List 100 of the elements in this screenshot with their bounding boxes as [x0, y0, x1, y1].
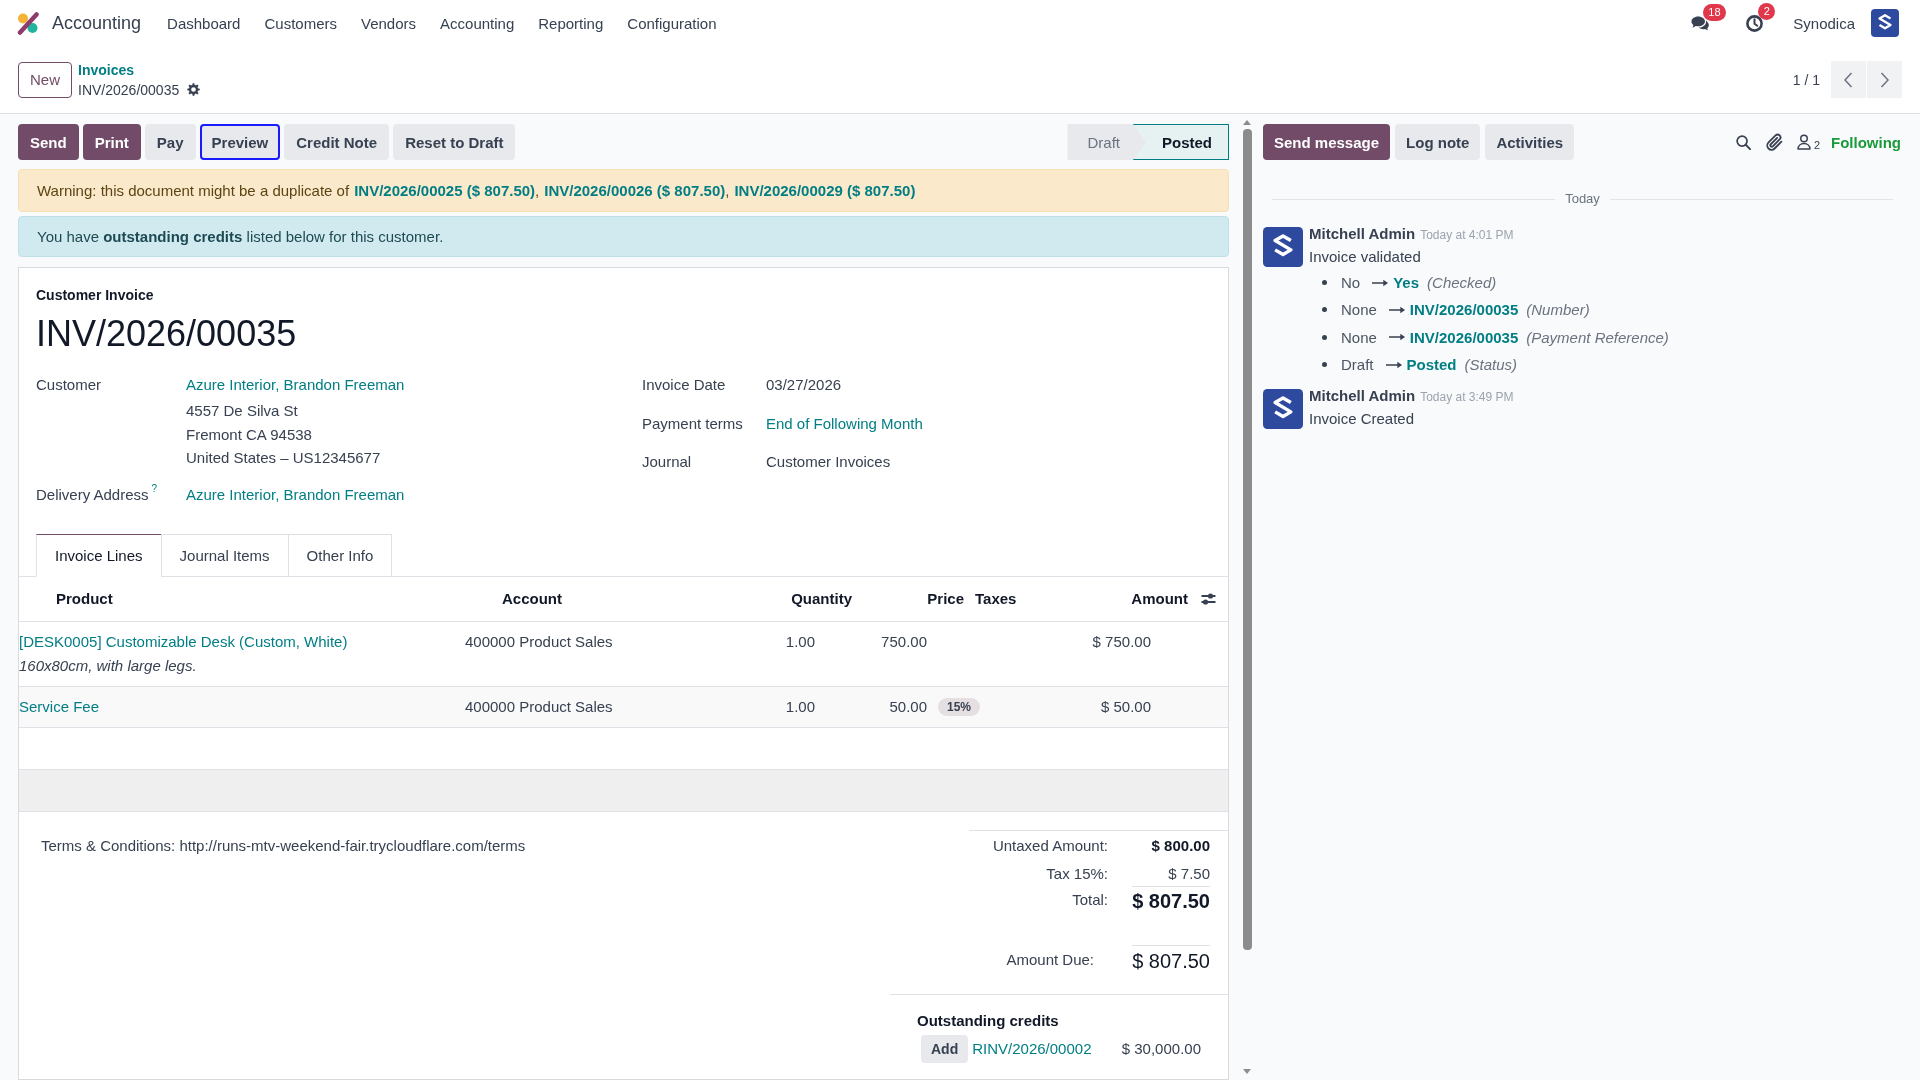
- logo-avatar-icon: [1263, 227, 1303, 267]
- old-value: None: [1341, 328, 1377, 346]
- menu-item[interactable]: Accounting: [440, 14, 515, 32]
- chatter-button[interactable]: Log note: [1395, 124, 1481, 160]
- message-text: Invoice Created: [1309, 409, 1415, 430]
- following-button[interactable]: Following: [1831, 133, 1901, 151]
- field-link[interactable]: End of Following Month: [766, 411, 923, 435]
- duplicate-link[interactable]: INV/2026/00029 ($ 807.50): [734, 182, 916, 199]
- duplicate-link[interactable]: INV/2026/00025 ($ 807.50): [354, 182, 536, 199]
- settings-icon[interactable]: [187, 83, 201, 96]
- new-value: Posted: [1406, 356, 1457, 374]
- action-button[interactable]: Credit Note: [284, 124, 390, 160]
- column-header[interactable]: Account: [502, 590, 562, 607]
- credit-amount: $ 30,000.00: [1121, 1040, 1201, 1057]
- menu-item[interactable]: Configuration: [627, 14, 717, 32]
- author-name[interactable]: Mitchell Admin: [1309, 386, 1416, 407]
- address-line: Fremont CA 94538: [186, 424, 312, 445]
- logo-avatar-icon: [1263, 389, 1303, 430]
- chevron-right-icon: [1880, 71, 1889, 88]
- action-button[interactable]: Send: [18, 124, 79, 160]
- field-value: Customer Invoices: [766, 452, 891, 472]
- chat-icon[interactable]: [1691, 15, 1710, 31]
- chatter-button[interactable]: Activities: [1485, 124, 1575, 160]
- column-header[interactable]: Amount: [1131, 590, 1188, 607]
- help-mark[interactable]: ?: [151, 482, 158, 495]
- arrow-icon: [1388, 333, 1405, 342]
- chatter-button[interactable]: Send message: [1263, 124, 1391, 160]
- action-button[interactable]: Pay: [144, 124, 196, 160]
- action-button[interactable]: Preview: [199, 124, 281, 160]
- app-name[interactable]: Accounting: [52, 12, 142, 34]
- section-title: Outstanding credits: [917, 1010, 1060, 1031]
- field-label: Customer: [36, 375, 102, 395]
- table-cell: $ 50.00: [1100, 696, 1151, 717]
- menu-item[interactable]: Vendors: [361, 14, 417, 32]
- user-icon[interactable]: [1796, 134, 1811, 150]
- field-link[interactable]: Azure Interior, Brandon Freeman: [186, 373, 405, 396]
- menu-item[interactable]: Dashboard: [167, 14, 241, 32]
- action-button[interactable]: Reset to Draft: [393, 124, 516, 160]
- add-button[interactable]: Add: [921, 1034, 969, 1063]
- bullet-icon: [1322, 362, 1327, 368]
- field-value: 03/27/2026: [766, 375, 842, 395]
- tab[interactable]: Invoice Lines: [36, 533, 162, 577]
- field-name: (Status): [1464, 356, 1518, 374]
- column-header[interactable]: Quantity: [791, 590, 852, 607]
- menu-item[interactable]: Reporting: [538, 14, 604, 32]
- table-cell: 50.00: [889, 696, 927, 717]
- company-name[interactable]: Synodica: [1793, 14, 1855, 32]
- status-stage[interactable]: Posted: [1133, 124, 1229, 160]
- follower-count: 2: [1813, 138, 1820, 151]
- total-label: Total:: [1072, 890, 1108, 910]
- field-link[interactable]: Azure Interior, Brandon Freeman: [186, 482, 405, 506]
- pager-counter[interactable]: 1 / 1: [1792, 71, 1820, 88]
- clock-icon[interactable]: [1746, 14, 1764, 32]
- date-separator: Today: [1565, 190, 1600, 208]
- menu-item[interactable]: Customers: [264, 14, 337, 32]
- alert-text: You have outstanding credits listed below for this customer.: [37, 227, 445, 246]
- column-header[interactable]: Taxes: [975, 590, 1017, 607]
- paperclip-icon[interactable]: [1765, 132, 1783, 152]
- table-cell: 750.00: [881, 631, 927, 652]
- breadcrumb-link[interactable]: Invoices: [78, 59, 135, 80]
- sliders-icon[interactable]: [1201, 592, 1216, 605]
- table-cell: 400000 Product Sales: [465, 631, 613, 652]
- old-value: Draft: [1341, 356, 1374, 374]
- product-link[interactable]: Service Fee: [19, 696, 100, 717]
- tab[interactable]: Other Info: [287, 533, 393, 577]
- search-icon[interactable]: [1735, 134, 1751, 150]
- author-name[interactable]: Mitchell Admin: [1309, 224, 1416, 244]
- tab[interactable]: Journal Items: [160, 533, 289, 577]
- arrow-icon: [1388, 305, 1405, 314]
- terms-text: Terms & Conditions: http://runs-mtv-weekend-fair.trycloudflare.com/terms: [41, 836, 526, 854]
- new-button[interactable]: New: [18, 61, 72, 98]
- status-stage[interactable]: Draft: [1067, 124, 1146, 160]
- table-cell: 1.00: [785, 696, 815, 717]
- message-text: Invoice validated: [1309, 247, 1421, 267]
- address-line: United States – US12345677: [186, 448, 381, 468]
- table-cell: 1.00: [785, 631, 815, 652]
- credit-link[interactable]: RINV/2026/00002: [972, 1040, 1092, 1057]
- arrow-icon: [1372, 278, 1389, 287]
- column-header[interactable]: Price: [927, 590, 964, 607]
- address-line: 4557 De Silva St: [186, 401, 298, 421]
- bullet-icon: [1322, 307, 1327, 313]
- total-value: $ 807.50: [1132, 944, 1210, 976]
- document-type-label: Customer Invoice: [36, 286, 155, 304]
- counter-badge: 2: [1758, 2, 1776, 20]
- arrow-icon: [1385, 360, 1402, 369]
- company-logo-icon[interactable]: [1871, 9, 1899, 37]
- total-label: Untaxed Amount:: [992, 835, 1108, 856]
- total-value: $ 807.50: [1132, 885, 1210, 915]
- action-button[interactable]: Print: [82, 124, 141, 160]
- product-link[interactable]: [DESK0005] Customizable Desk (Custom, White): [19, 631, 348, 652]
- tax-tag: 15%: [938, 697, 981, 716]
- column-header[interactable]: Product: [56, 590, 113, 607]
- counter-badge: 18: [1703, 3, 1726, 21]
- app-logo-icon[interactable]: [17, 11, 40, 35]
- field-label: Invoice Date: [642, 375, 726, 395]
- total-value: $ 800.00: [1151, 835, 1210, 856]
- record-name: INV/2026/00035: [78, 80, 180, 100]
- field-name: (Number): [1526, 301, 1590, 319]
- field-name: (Payment Reference): [1526, 328, 1669, 346]
- field-label: Delivery Address: [36, 484, 149, 505]
